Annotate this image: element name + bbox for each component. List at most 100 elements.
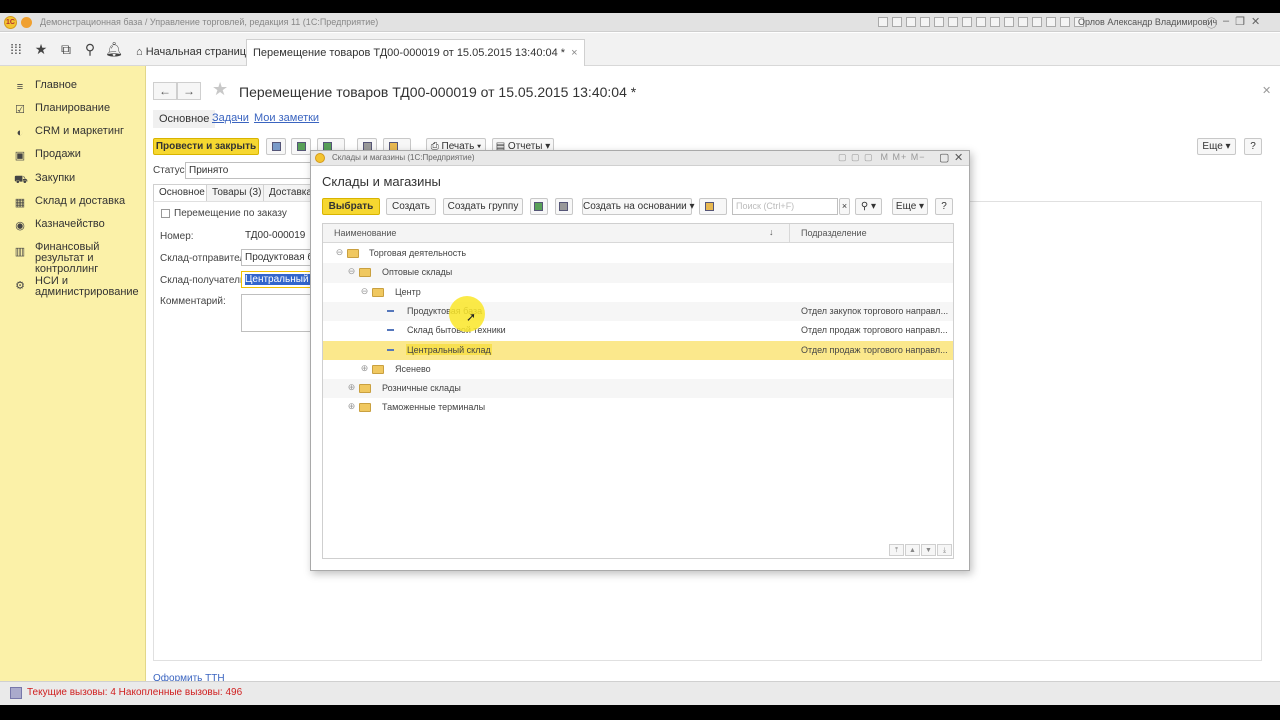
copy-button[interactable] (530, 198, 548, 215)
back-button[interactable]: ← (153, 82, 177, 100)
collapse-icon[interactable]: ⊖ (335, 248, 344, 257)
table-row[interactable]: ⊕ Таможенные терминалы (323, 398, 953, 417)
toolbar-icon[interactable] (990, 17, 1000, 27)
attachments-button[interactable] (699, 198, 727, 215)
post-button[interactable] (291, 138, 311, 155)
save-button[interactable] (266, 138, 286, 155)
create-based-on-button[interactable]: Создать на основании ▾ (582, 198, 695, 215)
create-button[interactable]: Создать (386, 198, 436, 215)
receiver-warehouse-field[interactable]: Центральный склад (241, 271, 311, 288)
current-user[interactable]: Орлов Александр Владимирович (1078, 17, 1217, 27)
list-view-button[interactable] (555, 198, 573, 215)
sidebar-item-warehouse[interactable]: ▦ Склад и доставка (0, 193, 146, 215)
collapse-icon[interactable]: ⊖ (360, 286, 369, 296)
collapse-icon[interactable]: ⊖ (347, 267, 356, 276)
dialog-close-icon[interactable]: ✕ (954, 151, 963, 164)
favorite-star-icon[interactable]: ★ (212, 79, 228, 100)
row-name: Розничные склады (382, 383, 461, 394)
toolbar-icon[interactable] (1060, 17, 1070, 27)
forward-button[interactable]: → (177, 82, 201, 100)
search-button[interactable]: ⚲ ▾ (855, 198, 882, 215)
tab-home[interactable]: ⌂ Начальная страница (130, 39, 258, 66)
create-group-button[interactable]: Создать группу (443, 198, 523, 215)
minimize-icon[interactable]: – (1223, 15, 1229, 31)
tab-document[interactable]: Перемещение товаров ТД00-000019 от 15.05… (246, 39, 585, 67)
toolbar-icon[interactable] (962, 17, 972, 27)
element-icon (387, 329, 394, 332)
sidebar-item-sales[interactable]: ▣ Продажи (0, 146, 146, 168)
column-dept-header[interactable]: Подразделение (801, 228, 867, 238)
table-row[interactable]: ⊖ Торговая деятельность (323, 244, 953, 263)
1c-logo-icon[interactable]: 1С (4, 16, 17, 29)
comment-field[interactable] (241, 294, 311, 332)
main-menu-icon[interactable] (21, 17, 32, 28)
sidebar-item-finance[interactable]: ▥ Финансовый результат и контроллинг (0, 239, 146, 275)
scroll-up-icon[interactable]: ▲ (905, 544, 920, 556)
table-row[interactable]: ⊖ Центр (323, 283, 953, 302)
expand-icon[interactable]: ⊕ (347, 383, 356, 392)
cart-icon: ⛟ (14, 174, 28, 186)
inner-tab-main[interactable]: Основное (153, 184, 211, 202)
scroll-down-icon[interactable]: ▼ (921, 544, 936, 556)
toolbar-icon[interactable] (878, 17, 888, 27)
info-icon[interactable]: ⓘ (1206, 15, 1217, 31)
number-field[interactable]: ТД00-000019 (241, 227, 311, 244)
sidebar-item-label: Закупки (35, 172, 76, 184)
scroll-top-icon[interactable]: ⤒ (889, 544, 904, 556)
by-order-checkbox[interactable] (161, 209, 170, 218)
favorites-star-icon[interactable]: ★ (30, 39, 52, 59)
expand-icon[interactable]: ⊕ (360, 363, 369, 373)
table-row[interactable]: Склад бытовой техники Отдел продаж торго… (323, 321, 953, 340)
table-row[interactable]: ⊕ Розничные склады (323, 379, 953, 399)
scroll-bottom-icon[interactable]: ⤓ (937, 544, 952, 556)
close-icon[interactable]: ✕ (1251, 15, 1260, 31)
sender-warehouse-field[interactable]: Продуктовая база (241, 249, 311, 266)
toolbar-icon[interactable] (1004, 17, 1014, 27)
form-close-icon[interactable]: ✕ (1262, 84, 1271, 97)
toolbar-icon[interactable] (1046, 17, 1056, 27)
toolbar-icon[interactable] (934, 17, 944, 27)
toolbar-icon[interactable] (948, 17, 958, 27)
table-row[interactable]: ⊕ Ясенево (323, 360, 953, 379)
apps-grid-icon[interactable]: ⁞⁞⁞ (5, 39, 27, 59)
sidebar-item-treasury[interactable]: ◉ Казначейство (0, 216, 146, 238)
tab-main[interactable]: Основное (153, 110, 216, 128)
notifications-bell-icon[interactable]: 🔔︎ (103, 39, 125, 59)
tab-my-notes[interactable]: Мои заметки (254, 112, 319, 124)
post-and-close-button[interactable]: Провести и закрыть (153, 138, 259, 155)
select-button[interactable]: Выбрать (322, 198, 380, 215)
toolbar-icon[interactable] (906, 17, 916, 27)
sort-arrow-icon[interactable]: ↓ (769, 227, 774, 237)
tab-tasks[interactable]: Задачи (212, 112, 249, 124)
status-field[interactable]: Принято (185, 162, 315, 179)
toolbar-icon[interactable] (976, 17, 986, 27)
toolbar-icon[interactable] (1018, 17, 1028, 27)
table-row-selected[interactable]: Центральный склад Отдел продаж торгового… (323, 340, 953, 360)
search-icon[interactable]: ⚲ (79, 39, 101, 59)
table-header: Наименование ↓ Подразделение (323, 224, 953, 243)
sidebar-item-purchases[interactable]: ⛟ Закупки (0, 170, 146, 192)
toolbar-icon[interactable] (920, 17, 930, 27)
clear-search-icon[interactable]: × (839, 198, 850, 215)
table-row[interactable]: ⊖ Оптовые склады (323, 263, 953, 283)
search-input[interactable]: Поиск (Ctrl+F) (732, 198, 838, 215)
sidebar-item-crm[interactable]: ◐ CRM и маркетинг (0, 123, 146, 145)
history-icon[interactable]: ⧉ (55, 39, 77, 59)
sidebar-item-admin[interactable]: ⚙ НСИ и администрирование (0, 273, 146, 299)
expand-icon[interactable]: ⊕ (347, 402, 356, 411)
more-button[interactable]: Еще ▾ (892, 198, 928, 215)
column-name-header[interactable]: Наименование (334, 228, 396, 238)
more-button[interactable]: Еще ▾ (1197, 138, 1236, 155)
performance-icon[interactable] (10, 687, 22, 699)
maximize-icon[interactable]: ▢ (939, 151, 949, 164)
sidebar-item-planning[interactable]: ☑ Планирование (0, 100, 146, 122)
table-row[interactable]: Продуктовая база Отдел закупок торгового… (323, 301, 953, 322)
help-button[interactable]: ? (935, 198, 953, 215)
help-button[interactable]: ? (1244, 138, 1262, 155)
toolbar-icon[interactable] (1032, 17, 1042, 27)
inner-tab-goods[interactable]: Товары (3) (206, 184, 268, 202)
sidebar-item-main[interactable]: ≡ Главное (0, 77, 146, 99)
restore-icon[interactable]: ❐ (1235, 15, 1245, 31)
tab-close-icon[interactable]: × (571, 47, 577, 59)
toolbar-icon[interactable] (892, 17, 902, 27)
